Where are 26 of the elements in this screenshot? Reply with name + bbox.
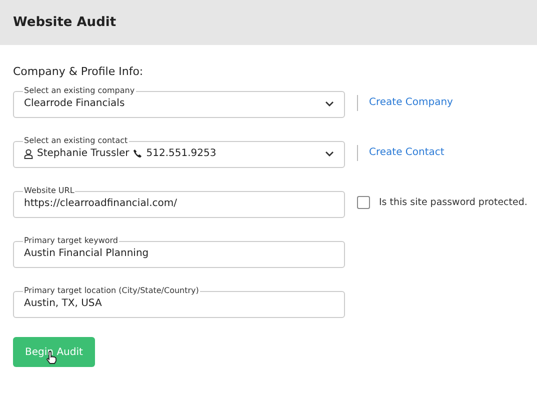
phone-icon xyxy=(133,149,142,158)
field-label: Primary target location (City/State/Country) xyxy=(23,287,200,295)
field-label: Website URL xyxy=(23,187,76,195)
page-title: Website Audit xyxy=(13,15,116,30)
input-field[interactable]: Primary target keyword Austin Financial Planning xyxy=(13,237,345,268)
contact-name: Stephanie Trussler xyxy=(37,148,130,159)
field-value: Clearrode Financials xyxy=(24,98,126,109)
field-value: Austin Financial Planning xyxy=(24,248,150,259)
select-field[interactable]: Select an existing company Clearrode Financials xyxy=(13,87,345,118)
field-value: https://clearroadfinancial.com/ xyxy=(24,198,178,209)
chevron-icon xyxy=(325,150,334,156)
checkbox[interactable] xyxy=(357,196,370,209)
input-field[interactable]: Primary target location (City/State/Country) Austin, TX, USA xyxy=(13,287,345,318)
section-title: Company & Profile Info: xyxy=(13,65,144,78)
create-link[interactable]: Create Company xyxy=(369,97,453,108)
create-link[interactable]: Create Contact xyxy=(369,147,444,158)
chevron-icon xyxy=(325,100,334,106)
contact-phone: 512.551.9253 xyxy=(146,148,216,159)
field-label: Select an existing contact xyxy=(23,137,129,145)
input-field[interactable]: Website URL https://clearroadfinancial.com/ xyxy=(13,187,345,218)
field-value: Austin, TX, USA xyxy=(24,298,103,309)
field-label: Select an existing company xyxy=(23,87,136,95)
checkbox-label: Is this site password protected. xyxy=(379,197,528,208)
field-label: Primary target keyword xyxy=(23,237,119,245)
person-icon xyxy=(24,148,33,158)
select-field[interactable]: Select an existing contact Stephanie Trussler 512.551.9253 xyxy=(13,137,345,168)
